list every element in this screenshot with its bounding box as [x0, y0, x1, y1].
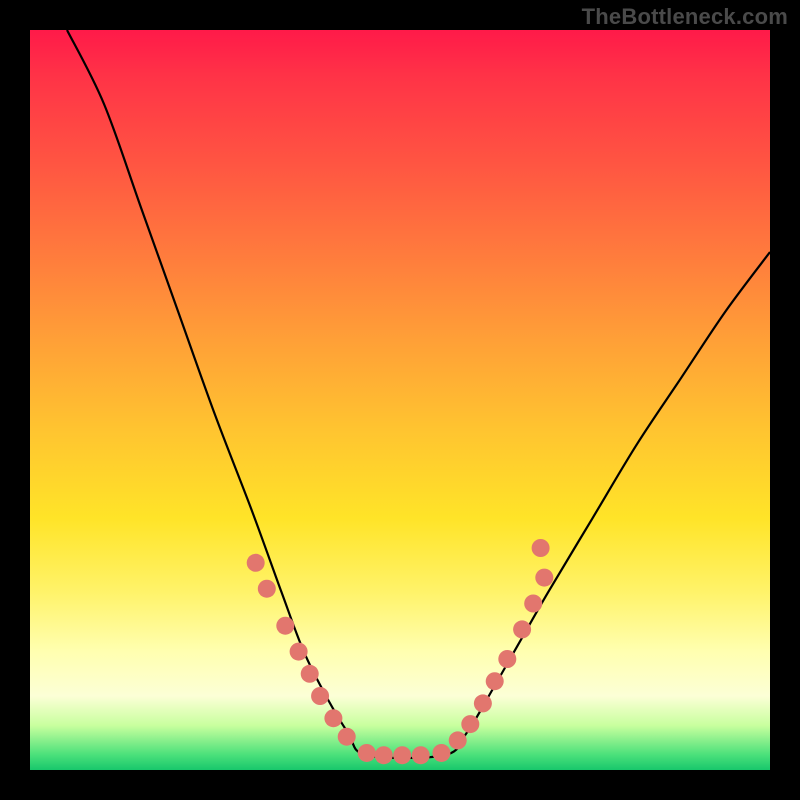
data-dot: [311, 687, 329, 705]
data-dot: [449, 731, 467, 749]
chart-frame: TheBottleneck.com: [0, 0, 800, 800]
data-dot: [474, 694, 492, 712]
data-dot: [338, 728, 356, 746]
data-dot: [461, 715, 479, 733]
data-dot: [513, 620, 531, 638]
data-dot: [524, 595, 542, 613]
bottleneck-curve: [67, 30, 770, 758]
data-dot: [290, 643, 308, 661]
data-dot: [498, 650, 516, 668]
data-dot: [247, 554, 265, 572]
plot-area: [30, 30, 770, 770]
data-dot: [301, 665, 319, 683]
data-dot: [535, 569, 553, 587]
data-dot: [276, 617, 294, 635]
data-dot: [432, 744, 450, 762]
data-dot: [532, 539, 550, 557]
data-dot: [358, 744, 376, 762]
watermark-label: TheBottleneck.com: [582, 4, 788, 30]
data-dot: [324, 709, 342, 727]
data-dot: [486, 672, 504, 690]
data-dot: [258, 580, 276, 598]
data-dot: [412, 746, 430, 764]
curve-layer: [30, 30, 770, 770]
data-dot: [393, 746, 411, 764]
data-dot: [375, 746, 393, 764]
scatter-dots: [247, 539, 554, 764]
